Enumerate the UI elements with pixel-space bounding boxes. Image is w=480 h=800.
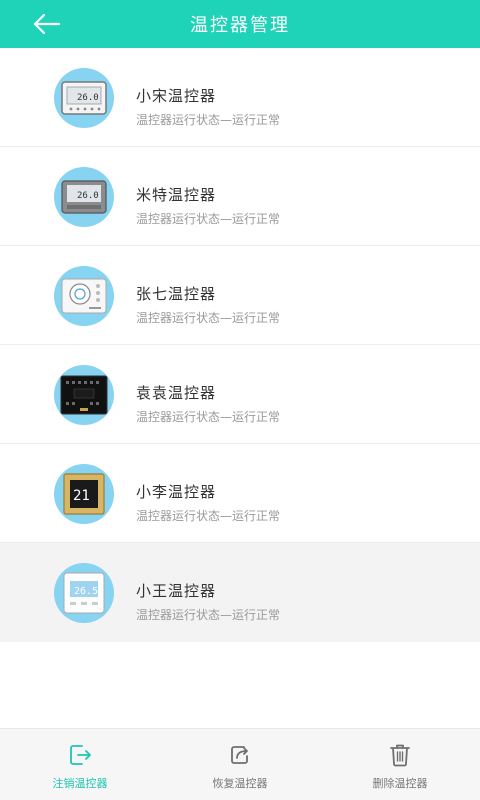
device-name: 小李温控器 bbox=[136, 483, 217, 501]
thermostat-avatar bbox=[54, 365, 114, 425]
device-name: 张七温控器 bbox=[136, 285, 217, 303]
list-item-device[interactable]: 26.5 小王温控器 温控器运行状态—运行正常 bbox=[0, 543, 480, 642]
thermostat-avatar: 21 bbox=[54, 464, 114, 524]
device-status: 温控器运行状态—运行正常 bbox=[136, 311, 281, 325]
tab-label: 删除温控器 bbox=[372, 777, 428, 790]
tab-label: 恢复温控器 bbox=[212, 777, 268, 790]
thermostat-avatar: 26.0 bbox=[54, 167, 114, 227]
thermostat-device-icon: 21 bbox=[63, 473, 105, 515]
svg-text:26.0: 26.0 bbox=[77, 191, 99, 201]
app-root: 温控器管理 26.0 小宋温控器 温控器运行状态—运行正常 26.0 米特温控器… bbox=[0, 0, 480, 800]
tab-label: 注销温控器 bbox=[52, 777, 108, 790]
device-status: 温控器运行状态—运行正常 bbox=[136, 608, 281, 622]
restore-icon bbox=[231, 746, 248, 764]
list-item-device[interactable]: 26.0 米特温控器 温控器运行状态—运行正常 bbox=[0, 147, 480, 246]
svg-text:26.0: 26.0 bbox=[77, 93, 99, 103]
thermostat-device-icon bbox=[60, 375, 108, 415]
logout-thermostat-button[interactable]: 注销温控器 bbox=[0, 729, 160, 800]
trash-icon bbox=[390, 744, 410, 767]
delete-thermostat-button[interactable]: 删除温控器 bbox=[320, 729, 480, 800]
thermostat-device-icon: 26.0 bbox=[61, 180, 107, 214]
device-status: 温控器运行状态—运行正常 bbox=[136, 410, 281, 424]
header-bar: 温控器管理 bbox=[0, 0, 480, 48]
device-name: 小宋温控器 bbox=[136, 87, 217, 105]
page-title: 温控器管理 bbox=[190, 15, 290, 36]
device-name: 袁袁温控器 bbox=[136, 384, 217, 402]
device-status: 温控器运行状态—运行正常 bbox=[136, 113, 281, 127]
device-status: 温控器运行状态—运行正常 bbox=[136, 212, 281, 226]
thermostat-device-icon: 26.5 bbox=[63, 572, 105, 614]
arrow-left-icon bbox=[33, 13, 61, 35]
list-item-device[interactable]: 张七温控器 温控器运行状态—运行正常 bbox=[0, 246, 480, 345]
thermostat-avatar: 26.0 bbox=[54, 68, 114, 128]
device-name: 米特温控器 bbox=[136, 186, 217, 204]
device-name: 小王温控器 bbox=[136, 582, 217, 600]
device-status: 温控器运行状态—运行正常 bbox=[136, 509, 281, 523]
thermostat-avatar bbox=[54, 266, 114, 326]
list-item-device[interactable]: 21 小李温控器 温控器运行状态—运行正常 bbox=[0, 444, 480, 543]
svg-text:26.5: 26.5 bbox=[74, 586, 98, 597]
list-item-device[interactable]: 袁袁温控器 温控器运行状态—运行正常 bbox=[0, 345, 480, 444]
thermostat-device-icon: 26.0 bbox=[61, 81, 107, 115]
back-button[interactable] bbox=[26, 6, 66, 42]
bottom-action-bar: 注销温控器 恢复温控器 删除温控器 bbox=[0, 728, 480, 800]
list-item-device[interactable]: 26.0 小宋温控器 温控器运行状态—运行正常 bbox=[0, 48, 480, 147]
thermostat-device-icon bbox=[61, 278, 107, 314]
restore-thermostat-button[interactable]: 恢复温控器 bbox=[160, 729, 320, 800]
thermostat-list: 26.0 小宋温控器 温控器运行状态—运行正常 26.0 米特温控器 温控器运行… bbox=[0, 48, 480, 642]
svg-text:21: 21 bbox=[73, 488, 90, 504]
logout-icon bbox=[70, 745, 91, 765]
thermostat-avatar: 26.5 bbox=[54, 563, 114, 623]
